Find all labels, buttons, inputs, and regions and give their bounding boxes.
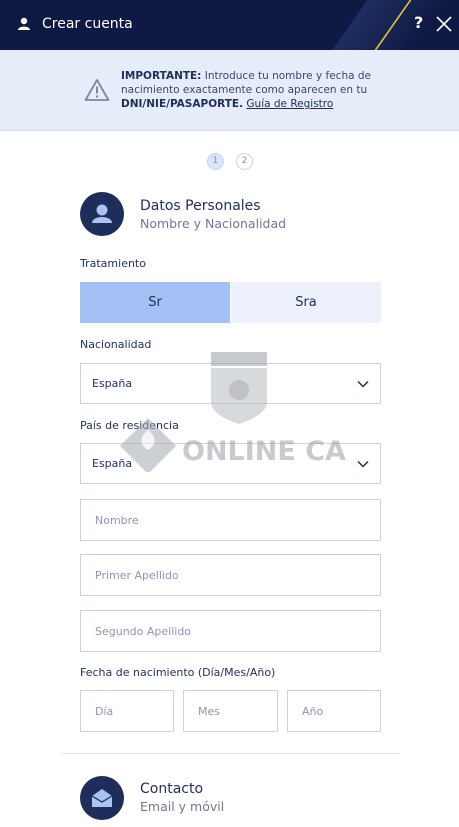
tratamiento-option-sra[interactable]: Sra: [231, 282, 381, 323]
help-button[interactable]: ?: [414, 13, 423, 32]
birth-year-input[interactable]: Año: [287, 690, 381, 732]
birth-year-placeholder: Año: [302, 705, 324, 718]
residencia-value: España: [92, 457, 133, 470]
residencia-label: País de residencia: [80, 419, 179, 432]
birthdate-label: Fecha de nacimiento (Día/Mes/Año): [80, 666, 276, 679]
header-decoration: [332, 0, 448, 50]
user-icon: [18, 17, 30, 30]
personal-section-subtitle: Nombre y Nacionalidad: [140, 216, 287, 231]
residencia-select[interactable]: España: [80, 443, 381, 484]
nacionalidad-label: Nacionalidad: [80, 338, 152, 351]
personal-section-title: Datos Personales: [140, 198, 261, 214]
segundo-apellido-input[interactable]: Segundo Apellido: [80, 610, 381, 652]
tratamiento-option-sr[interactable]: Sr: [80, 282, 230, 323]
contact-section-subtitle: Email y móvil: [140, 799, 225, 814]
header-title: Crear cuenta: [42, 16, 133, 32]
chevron-down-icon: [357, 460, 369, 468]
nombre-input[interactable]: Nombre: [80, 499, 381, 541]
segundo-apellido-placeholder: Segundo Apellido: [95, 625, 192, 638]
birth-month-placeholder: Mes: [198, 705, 220, 718]
birth-month-input[interactable]: Mes: [183, 690, 278, 732]
step-1[interactable]: 1: [207, 153, 224, 170]
registration-guide-link[interactable]: Guía de Registro: [246, 98, 333, 110]
envelope-icon-graphic: [91, 789, 113, 807]
step-2[interactable]: 2: [236, 153, 253, 170]
notice-document: DNI/NIE/PASAPORTE.: [121, 98, 244, 110]
tratamiento-toggle: Sr Sra: [80, 282, 381, 323]
nacionalidad-value: España: [92, 377, 133, 390]
close-icon[interactable]: [436, 16, 452, 32]
birth-day-input[interactable]: Día: [80, 690, 174, 732]
person-icon: [80, 192, 124, 236]
section-divider: [62, 753, 400, 754]
notice-bold-prefix: IMPORTANTE:: [121, 70, 202, 82]
birth-day-placeholder: Día: [95, 705, 114, 718]
tratamiento-label: Tratamiento: [80, 257, 146, 270]
person-icon-graphic: [92, 204, 112, 223]
contact-section-title: Contacto: [140, 781, 204, 797]
chevron-down-icon: [357, 380, 369, 388]
primer-apellido-input[interactable]: Primer Apellido: [80, 554, 381, 596]
notice-text: IMPORTANTE: Introduce tu nombre y fecha …: [121, 69, 381, 111]
important-notice: IMPORTANTE: Introduce tu nombre y fecha …: [0, 50, 459, 131]
envelope-icon: [80, 776, 124, 820]
primer-apellido-placeholder: Primer Apellido: [95, 569, 179, 582]
header-bar: Crear cuenta ?: [0, 0, 459, 50]
nombre-placeholder: Nombre: [95, 514, 139, 527]
nacionalidad-select[interactable]: España: [80, 363, 381, 404]
warning-icon: [84, 79, 110, 101]
